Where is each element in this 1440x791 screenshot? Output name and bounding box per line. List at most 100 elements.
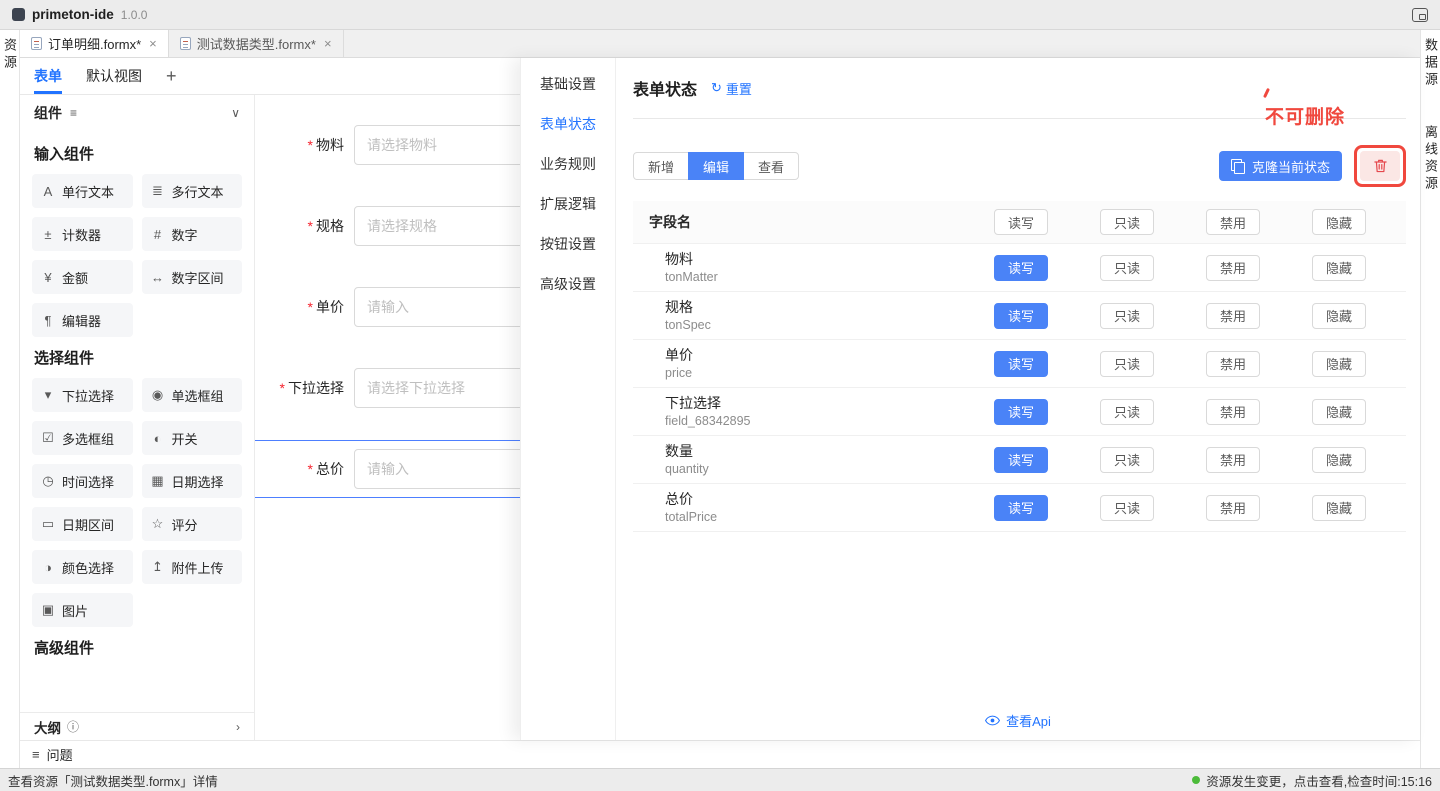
component-item[interactable]: ▣ 图片 (32, 593, 133, 627)
field-name: 规格 (665, 299, 968, 315)
component-item[interactable]: ↥ 附件上传 (142, 550, 243, 584)
mode-button-hidden[interactable]: 隐藏 (1312, 495, 1366, 521)
component-item[interactable]: ≣ 多行文本 (142, 174, 243, 208)
component-item[interactable]: ▾ 下拉选择 (32, 378, 133, 412)
resources-rail-button[interactable]: 资源 (0, 38, 19, 72)
mode-button-readonly[interactable]: 只读 (1100, 303, 1154, 329)
component-label: 单行文本 (62, 182, 114, 201)
field-cell: 数量 quantity (633, 443, 968, 476)
problems-bar[interactable]: ≡ 问题 (20, 740, 1420, 768)
close-icon[interactable]: × (324, 36, 332, 51)
component-item[interactable]: ↔ 数字区间 (142, 260, 243, 294)
mode-button-readwrite[interactable]: 读写 (994, 495, 1048, 521)
component-item[interactable]: ▦ 日期选择 (142, 464, 243, 498)
mode-button-readonly[interactable]: 只读 (1100, 399, 1154, 425)
outline-bar[interactable]: 大纲 ⓘ › (20, 712, 254, 740)
mode-button-disabled[interactable]: 禁用 (1206, 255, 1260, 281)
settings-menu-item[interactable]: 表单状态 (521, 104, 615, 144)
chevron-right-icon: › (236, 720, 240, 734)
mode-cell: 隐藏 (1286, 303, 1392, 329)
clone-state-button[interactable]: 克隆当前状态 (1219, 151, 1342, 181)
mode-button-disabled[interactable]: 禁用 (1206, 351, 1260, 377)
mode-button-disabled[interactable]: 禁用 (1206, 447, 1260, 473)
mode-button-readwrite[interactable]: 读写 (994, 303, 1048, 329)
reset-link[interactable]: ↻ 重置 (711, 79, 752, 98)
settings-menu-item[interactable]: 业务规则 (521, 144, 615, 184)
outline-label: 大纲 (34, 717, 61, 737)
mode-button-hidden[interactable]: 隐藏 (1312, 351, 1366, 377)
component-item[interactable]: ☆ 评分 (142, 507, 243, 541)
problems-list-icon: ≡ (32, 747, 40, 762)
close-icon[interactable]: × (149, 36, 157, 51)
status-change-notice[interactable]: 资源发生变更，点击查看,检查时间:15:16 (1192, 771, 1432, 790)
section-title-advanced: 高级组件 (34, 637, 240, 658)
mode-cell: 隐藏 (1286, 495, 1392, 521)
required-asterisk: * (280, 380, 285, 396)
component-item[interactable]: ¥ 金额 (32, 260, 133, 294)
component-icon: ↔ (151, 270, 165, 285)
mode-button-readwrite[interactable]: 读写 (994, 255, 1048, 281)
component-item[interactable]: ± 计数器 (32, 217, 133, 251)
view-tab[interactable]: 默认视图 (86, 58, 142, 94)
settings-menu-item[interactable]: 扩展逻辑 (521, 184, 615, 224)
file-tab[interactable]: 订单明细.formx* × (20, 30, 169, 57)
mode-button-readwrite[interactable]: 读写 (994, 447, 1048, 473)
mode-header-button[interactable]: 只读 (1100, 209, 1154, 235)
component-item[interactable]: ▭ 日期区间 (32, 507, 133, 541)
mode-header-button[interactable]: 禁用 (1206, 209, 1260, 235)
state-tab[interactable]: 编辑 (688, 152, 744, 180)
view-tab[interactable]: 表单 (34, 58, 62, 94)
mode-button-disabled[interactable]: 禁用 (1206, 399, 1260, 425)
settings-menu-item[interactable]: 按钮设置 (521, 224, 615, 264)
component-item[interactable]: A 单行文本 (32, 174, 133, 208)
mode-cell: 隐藏 (1286, 447, 1392, 473)
mode-button-readonly[interactable]: 只读 (1100, 447, 1154, 473)
mode-button-readonly[interactable]: 只读 (1100, 255, 1154, 281)
field-id: totalPrice (665, 510, 968, 524)
mode-button-readonly[interactable]: 只读 (1100, 495, 1154, 521)
field-id: price (665, 366, 968, 380)
component-item[interactable]: ◐ 开关 (142, 421, 243, 455)
field-name: 下拉选择 (665, 395, 968, 411)
settings-menu-label: 高级设置 (540, 274, 596, 294)
mode-button-hidden[interactable]: 隐藏 (1312, 447, 1366, 473)
mode-button-hidden[interactable]: 隐藏 (1312, 255, 1366, 281)
view-api-link[interactable]: 查看Api (616, 711, 1420, 730)
state-tabs: 新增 编辑 查看 (633, 152, 799, 180)
state-tab[interactable]: 查看 (743, 152, 799, 180)
component-item[interactable]: # 数字 (142, 217, 243, 251)
mode-button-readwrite[interactable]: 读写 (994, 351, 1048, 377)
field-id: quantity (665, 462, 968, 476)
field-cell: 单价 price (633, 347, 968, 380)
settings-menu-item[interactable]: 高级设置 (521, 264, 615, 304)
component-item[interactable]: ◉ 单选框组 (142, 378, 243, 412)
mode-cell: 只读 (1074, 303, 1180, 329)
component-label: 图片 (62, 601, 88, 620)
offline-resources-rail-button[interactable]: 离线资源 (1421, 125, 1440, 193)
component-item[interactable]: ◷ 时间选择 (32, 464, 133, 498)
chevron-down-icon[interactable]: ∨ (231, 106, 240, 120)
mode-header-button[interactable]: 读写 (994, 209, 1048, 235)
required-asterisk: * (308, 218, 313, 234)
mode-button-disabled[interactable]: 禁用 (1206, 303, 1260, 329)
sidebar-header: 组件 ≡ ∨ (20, 95, 254, 131)
mode-button-hidden[interactable]: 隐藏 (1312, 303, 1366, 329)
component-item[interactable]: ◑ 颜色选择 (32, 550, 133, 584)
delete-state-button[interactable] (1360, 151, 1400, 181)
mode-button-hidden[interactable]: 隐藏 (1312, 399, 1366, 425)
datasource-rail-button[interactable]: 数据源 (1421, 38, 1440, 89)
settings-menu-item[interactable]: 基础设置 (521, 64, 615, 104)
component-item[interactable]: ¶ 编辑器 (32, 303, 133, 337)
file-tab[interactable]: 测试数据类型.formx* × (169, 30, 344, 57)
window-icon[interactable] (1412, 8, 1428, 22)
mode-button-readwrite[interactable]: 读写 (994, 399, 1048, 425)
add-view-button[interactable]: + (166, 58, 177, 94)
state-tab[interactable]: 新增 (633, 152, 689, 180)
mode-header-button[interactable]: 隐藏 (1312, 209, 1366, 235)
mode-cell: 禁用 (1180, 255, 1286, 281)
mode-button-disabled[interactable]: 禁用 (1206, 495, 1260, 521)
component-item[interactable]: ☑ 多选框组 (32, 421, 133, 455)
file-icon (31, 37, 42, 50)
mode-button-readonly[interactable]: 只读 (1100, 351, 1154, 377)
component-list[interactable]: 输入组件 A 单行文本 ≣ (20, 131, 254, 712)
